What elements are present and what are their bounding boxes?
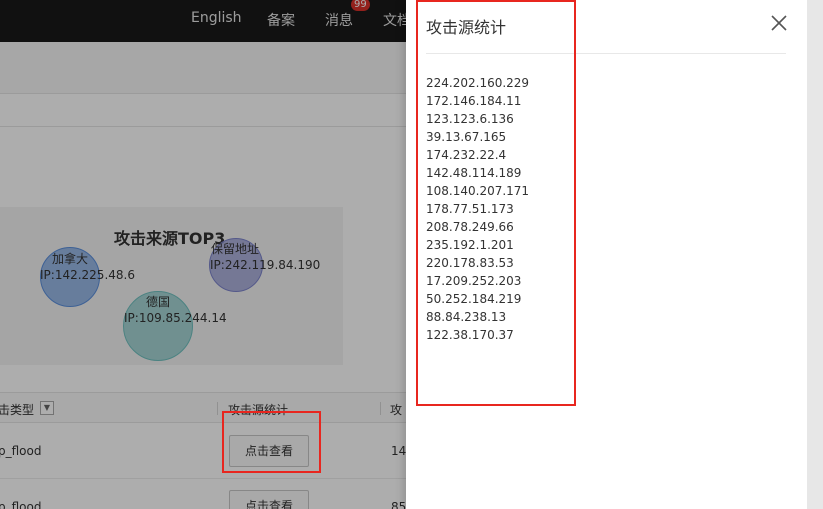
attack-source-drawer: 攻击源统计 224.202.160.229 172.146.184.11 123.1… — [406, 0, 807, 509]
ip-list-item: 108.140.207.171 — [426, 184, 530, 198]
ip-list-item: 235.192.1.201 — [426, 238, 514, 252]
ip-list-item: 123.123.6.136 — [426, 112, 514, 126]
ip-list-item: 174.232.22.4 — [426, 148, 507, 162]
close-icon[interactable] — [768, 12, 790, 34]
ip-list-item: 17.209.252.203 — [426, 274, 522, 288]
ip-list-item: 208.78.249.66 — [426, 220, 514, 234]
ip-list-item: 50.252.184.219 — [426, 292, 522, 306]
ip-list-item: 39.13.67.165 — [426, 130, 507, 144]
ip-list: 224.202.160.229 172.146.184.11 123.123.6.1… — [426, 74, 529, 344]
ip-list-item: 142.48.114.189 — [426, 166, 522, 180]
drawer-title: 攻击源统计 — [426, 18, 507, 37]
scrollbar-gutter — [807, 0, 823, 509]
ip-list-item: 172.146.184.11 — [426, 94, 522, 108]
ip-list-item: 220.178.83.53 — [426, 256, 514, 270]
ip-list-item: 224.202.160.229 — [426, 76, 530, 90]
ip-list-item: 88.84.238.13 — [426, 310, 507, 324]
drawer-divider — [426, 53, 786, 54]
ip-list-item: 122.38.170.37 — [426, 328, 514, 342]
ip-list-item: 178.77.51.173 — [426, 202, 514, 216]
